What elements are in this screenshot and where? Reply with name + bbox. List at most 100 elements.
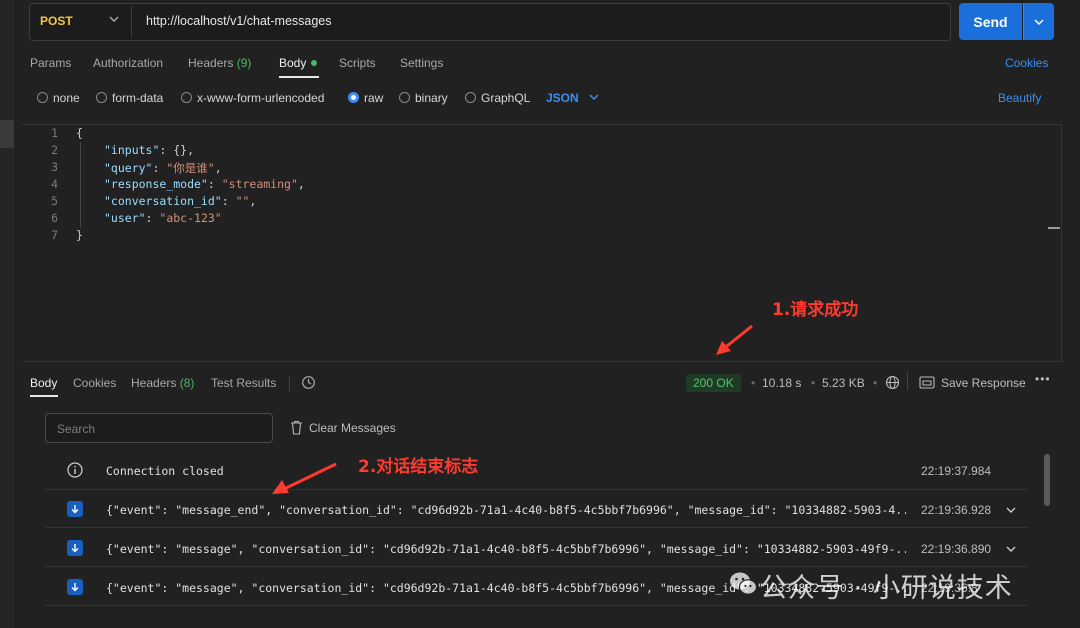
headers-count: (9): [236, 56, 252, 70]
beautify-link[interactable]: Beautify: [998, 91, 1041, 105]
radio-graphql[interactable]: [465, 92, 476, 103]
json-key: "query": [104, 161, 153, 175]
trash-icon[interactable]: [290, 420, 303, 435]
code-close-brace: }: [76, 228, 83, 242]
meta-separator: •: [873, 376, 878, 390]
method-select[interactable]: POST: [40, 14, 73, 28]
history-icon[interactable]: [301, 375, 316, 390]
response-tab-body[interactable]: Body: [30, 376, 57, 390]
tab-authorization[interactable]: Authorization: [93, 56, 163, 70]
globe-icon[interactable]: [885, 375, 900, 390]
send-button[interactable]: Send: [959, 3, 1022, 40]
radio-urlencoded[interactable]: [181, 92, 192, 103]
response-time[interactable]: 10.18 s: [762, 376, 801, 390]
json-comma: ,: [297, 177, 305, 191]
radio-raw-label[interactable]: raw: [364, 91, 383, 105]
json-sep: :: [145, 211, 160, 225]
json-key: "inputs": [104, 143, 160, 157]
radio-form-data-label[interactable]: form-data: [112, 91, 163, 105]
response-tab-cookies[interactable]: Cookies: [73, 376, 116, 390]
meta-separator: •: [811, 376, 816, 390]
radio-raw[interactable]: [348, 92, 359, 103]
active-tab-indicator: [279, 76, 319, 78]
json-sep: :: [159, 143, 174, 157]
left-sidebar-strip: [0, 0, 14, 628]
chevron-down-icon: [1034, 18, 1044, 25]
tab-params[interactable]: Params: [30, 56, 71, 70]
radio-none-label[interactable]: none: [53, 91, 80, 105]
line-number: 7: [51, 228, 58, 242]
body-modified-dot: [311, 60, 317, 66]
method-divider: [131, 6, 132, 38]
code-line: "query": "你是谁",: [104, 160, 222, 176]
json-value: {}: [173, 143, 188, 157]
line-number: 6: [51, 211, 58, 225]
divider: [907, 372, 908, 390]
save-response-button[interactable]: Save Response: [941, 376, 1026, 390]
arrow-down-icon: [67, 540, 83, 556]
cookies-link[interactable]: Cookies: [1005, 56, 1048, 70]
radio-binary-label[interactable]: binary: [415, 91, 448, 105]
indent-guide: [80, 142, 81, 228]
status-badge[interactable]: 200 OK: [686, 374, 741, 392]
tab-headers-label: Headers: [188, 56, 234, 70]
tab-divider: [289, 377, 290, 391]
json-value: "": [235, 194, 250, 208]
chevron-down-icon[interactable]: [1005, 543, 1017, 555]
code-line: "conversation_id": "",: [104, 194, 256, 208]
code-line: "inputs": {},: [104, 143, 194, 157]
chevron-down-icon[interactable]: [588, 91, 600, 103]
message-time: 22:19:36.928: [921, 503, 992, 517]
tab-scripts[interactable]: Scripts: [339, 56, 376, 70]
line-number: 5: [51, 194, 58, 208]
url-input[interactable]: http://localhost/v1/chat-messages: [146, 14, 332, 28]
wechat-logo-icon: [730, 572, 757, 595]
line-number: 4: [51, 177, 58, 191]
arrow-down-icon: [67, 501, 83, 517]
tab-headers[interactable]: Headers (9): [188, 56, 251, 70]
json-key: "user": [104, 211, 146, 225]
response-size[interactable]: 5.23 KB: [822, 376, 865, 390]
response-tab-headers[interactable]: Headers (8): [131, 376, 194, 390]
language-select[interactable]: JSON: [546, 91, 579, 105]
message-time: 22:19:37.984: [921, 464, 992, 478]
response-tab-headers-label: Headers: [131, 376, 177, 390]
line-number: 3: [51, 160, 58, 174]
chevron-down-icon[interactable]: [1005, 504, 1017, 516]
annotation-request-success: 1.请求成功: [772, 300, 859, 320]
radio-none[interactable]: [37, 92, 48, 103]
json-value: "abc-123": [159, 211, 222, 225]
json-comma: ,: [187, 143, 195, 157]
radio-binary[interactable]: [399, 92, 410, 103]
more-options-icon[interactable]: •••: [1035, 372, 1051, 386]
json-value: "你是谁": [166, 161, 215, 175]
code-line: "response_mode": "streaming",: [104, 177, 305, 191]
info-icon: [67, 462, 83, 478]
message-text: {"event": "message_end", "conversation_i…: [106, 503, 906, 517]
json-sep: :: [152, 161, 167, 175]
search-placeholder: Search: [57, 422, 96, 436]
clear-messages-button[interactable]: Clear Messages: [309, 421, 396, 435]
arrow-down-icon: [67, 579, 83, 595]
editor-scrollbar-marker: [1048, 227, 1060, 229]
response-headers-count: (8): [179, 376, 195, 390]
radio-urlencoded-label[interactable]: x-www-form-urlencoded: [197, 91, 324, 105]
radio-form-data[interactable]: [96, 92, 107, 103]
meta-separator: •: [751, 376, 756, 390]
code-line: "user": "abc-123": [104, 211, 222, 225]
json-comma: ,: [214, 161, 222, 175]
send-options-button[interactable]: [1023, 3, 1054, 40]
tab-body[interactable]: Body: [279, 56, 306, 70]
message-text: Connection closed: [106, 464, 224, 478]
line-number: 1: [51, 126, 58, 140]
watermark-text: 公众号 · 小研说技术: [760, 573, 1013, 604]
messages-scrollbar[interactable]: [1044, 454, 1050, 506]
response-tab-test-results[interactable]: Test Results: [211, 376, 276, 390]
annotation-end-flag: 2.对话结束标志: [358, 457, 479, 477]
chevron-down-icon[interactable]: [108, 12, 120, 26]
radio-graphql-label[interactable]: GraphQL: [481, 91, 530, 105]
tab-settings[interactable]: Settings: [400, 56, 443, 70]
save-icon[interactable]: [919, 376, 935, 389]
message-text: {"event": "message", "conversation_id": …: [106, 542, 906, 556]
arrow-icon: [272, 462, 337, 494]
